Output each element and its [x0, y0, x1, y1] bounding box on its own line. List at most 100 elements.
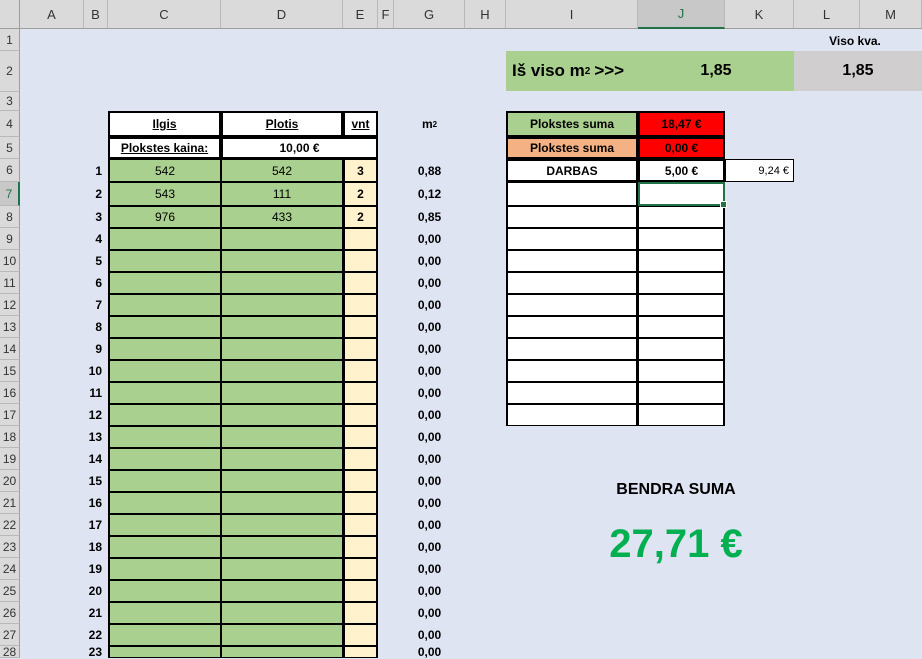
qty-input[interactable]	[343, 514, 378, 536]
width-input[interactable]	[221, 360, 343, 382]
length-input[interactable]: 542	[108, 159, 221, 182]
row-header-16[interactable]: 16	[0, 382, 20, 404]
cost-value[interactable]: 0,00 €	[638, 137, 725, 159]
length-input[interactable]	[108, 470, 221, 492]
length-input[interactable]	[108, 558, 221, 580]
cost-empty-label[interactable]	[506, 360, 638, 382]
row-header-14[interactable]: 14	[0, 338, 20, 360]
qty-input[interactable]	[343, 426, 378, 448]
length-input[interactable]	[108, 536, 221, 558]
cost-empty-label[interactable]	[506, 316, 638, 338]
width-input[interactable]: 433	[221, 206, 343, 228]
column-header-d[interactable]: D	[221, 0, 343, 29]
qty-input[interactable]: 2	[343, 206, 378, 228]
qty-input[interactable]	[343, 470, 378, 492]
row-header-23[interactable]: 23	[0, 536, 20, 558]
cost-empty-value[interactable]	[638, 360, 725, 382]
column-header-a[interactable]: A	[20, 0, 84, 29]
qty-input[interactable]	[343, 602, 378, 624]
length-input[interactable]: 543	[108, 182, 221, 206]
cost-empty-value[interactable]	[638, 338, 725, 360]
cost-empty-value[interactable]	[638, 404, 725, 426]
row-header-25[interactable]: 25	[0, 580, 20, 602]
cost-value[interactable]: 18,47 €	[638, 111, 725, 137]
qty-input[interactable]	[343, 580, 378, 602]
column-header-k[interactable]: K	[725, 0, 794, 29]
qty-input[interactable]	[343, 250, 378, 272]
length-input[interactable]	[108, 250, 221, 272]
qty-input[interactable]	[343, 558, 378, 580]
width-input[interactable]: 111	[221, 182, 343, 206]
qty-input[interactable]: 3	[343, 159, 378, 182]
length-input[interactable]	[108, 382, 221, 404]
qty-input[interactable]	[343, 624, 378, 646]
row-header-26[interactable]: 26	[0, 602, 20, 624]
cost-empty-label[interactable]	[506, 272, 638, 294]
row-header-20[interactable]: 20	[0, 470, 20, 492]
qty-input[interactable]	[343, 228, 378, 250]
cost-empty-value[interactable]	[638, 272, 725, 294]
row-header-24[interactable]: 24	[0, 558, 20, 580]
column-header-h[interactable]: H	[465, 0, 506, 29]
length-input[interactable]	[108, 294, 221, 316]
row-header-4[interactable]: 4	[0, 111, 20, 137]
qty-input[interactable]	[343, 338, 378, 360]
row-header-19[interactable]: 19	[0, 448, 20, 470]
cost-empty-value[interactable]	[638, 316, 725, 338]
length-input[interactable]	[108, 272, 221, 294]
length-input[interactable]	[108, 426, 221, 448]
length-input[interactable]	[108, 624, 221, 646]
row-header-2[interactable]: 2	[0, 51, 20, 92]
width-input[interactable]	[221, 316, 343, 338]
width-input[interactable]	[221, 646, 343, 658]
width-input[interactable]	[221, 294, 343, 316]
qty-input[interactable]	[343, 448, 378, 470]
width-input[interactable]	[221, 426, 343, 448]
cost-empty-label[interactable]	[506, 206, 638, 228]
selected-cell-j7[interactable]	[638, 182, 727, 208]
length-input[interactable]	[108, 404, 221, 426]
row-header-6[interactable]: 6	[0, 159, 20, 182]
cost-empty-label[interactable]	[506, 182, 638, 206]
qty-input[interactable]	[343, 492, 378, 514]
width-input[interactable]: 542	[221, 159, 343, 182]
width-input[interactable]	[221, 228, 343, 250]
width-input[interactable]	[221, 536, 343, 558]
length-input[interactable]	[108, 338, 221, 360]
select-all-corner[interactable]	[0, 0, 20, 29]
qty-input[interactable]	[343, 360, 378, 382]
cost-empty-label[interactable]	[506, 382, 638, 404]
cost-empty-label[interactable]	[506, 404, 638, 426]
width-input[interactable]	[221, 470, 343, 492]
row-header-17[interactable]: 17	[0, 404, 20, 426]
row-header-27[interactable]: 27	[0, 624, 20, 646]
row-header-3[interactable]: 3	[0, 92, 20, 111]
row-header-10[interactable]: 10	[0, 250, 20, 272]
length-input[interactable]	[108, 646, 221, 658]
length-input[interactable]	[108, 228, 221, 250]
width-input[interactable]	[221, 558, 343, 580]
width-input[interactable]	[221, 580, 343, 602]
cost-empty-label[interactable]	[506, 294, 638, 316]
cost-empty-value[interactable]	[638, 250, 725, 272]
row-header-9[interactable]: 9	[0, 228, 20, 250]
row-header-15[interactable]: 15	[0, 360, 20, 382]
width-input[interactable]	[221, 272, 343, 294]
row-header-8[interactable]: 8	[0, 206, 20, 228]
row-header-11[interactable]: 11	[0, 272, 20, 294]
width-input[interactable]	[221, 602, 343, 624]
column-header-l[interactable]: L	[794, 0, 860, 29]
width-input[interactable]	[221, 624, 343, 646]
length-input[interactable]	[108, 492, 221, 514]
length-input[interactable]	[108, 448, 221, 470]
column-header-j[interactable]: J	[638, 0, 725, 29]
cost-empty-value[interactable]	[638, 228, 725, 250]
length-input[interactable]	[108, 360, 221, 382]
length-input[interactable]: 976	[108, 206, 221, 228]
row-header-5[interactable]: 5	[0, 137, 20, 159]
qty-input[interactable]	[343, 382, 378, 404]
row-header-28[interactable]: 28	[0, 645, 20, 659]
row-header-13[interactable]: 13	[0, 316, 20, 338]
row-header-7[interactable]: 7	[0, 182, 20, 206]
width-input[interactable]	[221, 250, 343, 272]
